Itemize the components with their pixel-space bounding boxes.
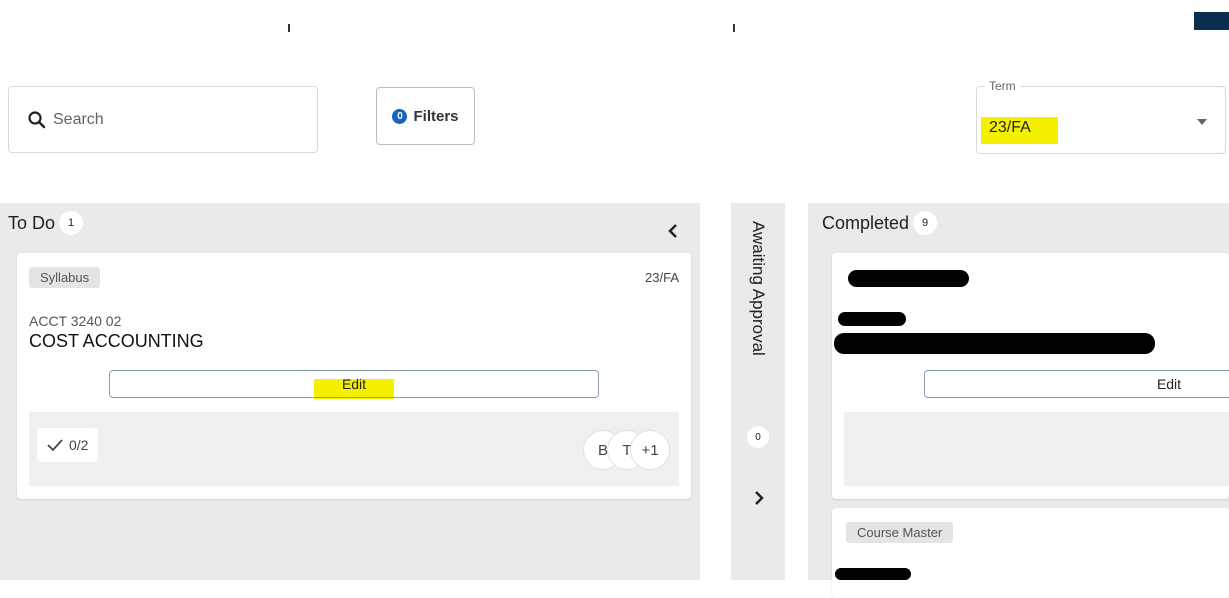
todo-column-title: To Do — [8, 212, 56, 233]
top-mark-right — [733, 24, 735, 32]
term-value: 23/FA — [989, 119, 1031, 136]
completed-card-1[interactable]: Edit — [832, 253, 1229, 499]
top-action-button[interactable] — [1194, 12, 1229, 30]
search-icon — [28, 110, 46, 128]
completed-column: Completed 9 Edit Course Master — [808, 203, 1229, 598]
chevron-left-icon[interactable] — [667, 223, 679, 239]
todo-card[interactable]: Syllabus 23/FA ACCT 3240 02 COST ACCOUNT… — [17, 253, 691, 499]
term-select[interactable]: Term 23/FA — [976, 79, 1226, 154]
redacted-course-code — [838, 312, 906, 326]
search-input[interactable]: Search — [8, 86, 318, 153]
edit-button-label: Edit — [341, 376, 367, 392]
todo-column: To Do 1 Syllabus 23/FA ACCT 3240 02 COST… — [0, 203, 700, 580]
filters-count-badge: 0 — [392, 108, 408, 124]
awaiting-count-badge: 0 — [747, 426, 769, 448]
completed-card-footer — [844, 412, 1229, 486]
checklist-progress-text: 0/2 — [69, 437, 89, 453]
course-code: ACCT 3240 02 — [29, 313, 122, 329]
awaiting-approval-column: Awaiting Approval 0 — [731, 203, 785, 580]
course-name: COST ACCOUNTING — [29, 331, 204, 351]
todo-column-header: To Do 1 — [8, 211, 84, 235]
course-master-chip: Course Master — [846, 522, 954, 543]
todo-count-badge: 1 — [59, 211, 84, 235]
completed-card-2[interactable]: Course Master — [832, 508, 1229, 598]
search-placeholder: Search — [53, 110, 104, 128]
filters-button[interactable]: 0 Filters — [376, 87, 475, 145]
redacted-chip — [848, 270, 969, 287]
completed-edit-button[interactable]: Edit — [924, 370, 1229, 398]
chevron-right-icon[interactable] — [753, 490, 765, 506]
dropdown-caret-icon[interactable] — [1197, 119, 1207, 125]
card-type-chip: Syllabus — [29, 267, 101, 288]
avatar-more[interactable]: +1 — [630, 430, 670, 470]
completed-edit-label: Edit — [1156, 376, 1182, 392]
completed-count-badge: 9 — [913, 211, 938, 235]
redacted-text — [835, 568, 911, 580]
completed-column-header: Completed 9 — [822, 211, 938, 235]
edit-button[interactable]: Edit — [109, 370, 599, 398]
top-mark-left — [288, 24, 290, 32]
awaiting-approval-title: Awaiting Approval — [749, 221, 768, 356]
card-term: 23/FA — [645, 270, 679, 285]
redacted-course-name — [834, 333, 1155, 354]
filters-label: Filters — [413, 107, 459, 125]
check-icon — [47, 439, 63, 452]
checklist-progress[interactable]: 0/2 — [37, 428, 99, 462]
term-legend: Term — [985, 79, 1020, 93]
completed-column-title: Completed — [822, 212, 910, 233]
awaiting-approval-header: Awaiting Approval — [731, 203, 785, 433]
card-footer: 0/2 B T +1 — [29, 412, 679, 486]
